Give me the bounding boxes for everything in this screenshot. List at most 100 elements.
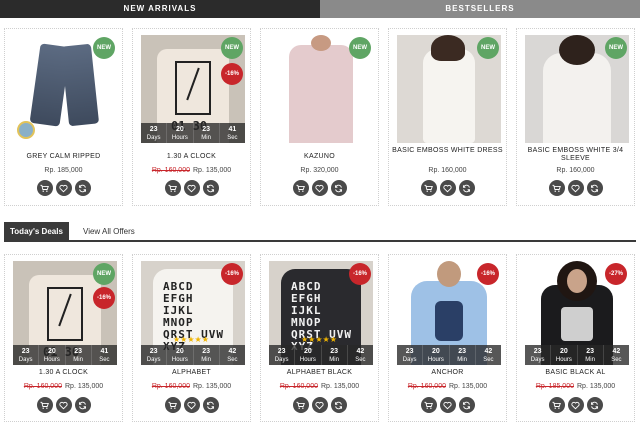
add-to-wishlist-button[interactable] — [439, 180, 456, 196]
add-to-cart-button[interactable] — [36, 180, 53, 196]
cart-icon — [424, 184, 433, 192]
discount-badge: -16% — [221, 263, 243, 285]
add-to-wishlist-button[interactable] — [439, 397, 456, 413]
countdown-label: Min — [329, 357, 339, 363]
countdown-label: Sec — [227, 135, 238, 141]
product-name[interactable]: BASIC BLACK AL — [519, 369, 632, 377]
product-card[interactable]: ABCD EFGH IJKL MNOP QRST UVW XYZ -16% ★★… — [132, 254, 251, 422]
product-card[interactable]: NEW BASIC EMBOSS WHITE 3/4 SLEEVE Rp. 16… — [516, 28, 635, 206]
add-to-cart-button[interactable] — [548, 180, 565, 196]
add-to-wishlist-button[interactable] — [567, 180, 584, 196]
discount-badge: -27% — [605, 263, 627, 285]
product-card[interactable]: NEW KAZUNO Rp. 320,000 — [260, 28, 379, 206]
add-to-cart-button[interactable] — [164, 180, 181, 196]
compare-icon — [206, 184, 215, 192]
product-price: Rp. 160,000 — [519, 167, 632, 174]
current-price: Rp. 135,000 — [193, 167, 232, 174]
countdown-label: Days — [274, 357, 289, 363]
compare-button[interactable] — [202, 397, 219, 413]
product-name[interactable]: BASIC EMBOSS WHITE DRESS — [391, 147, 504, 155]
view-all-offers-link[interactable]: View All Offers — [83, 222, 135, 242]
add-to-wishlist-button[interactable] — [55, 397, 72, 413]
add-to-cart-button[interactable] — [292, 397, 309, 413]
compare-button[interactable] — [458, 397, 475, 413]
add-to-cart-button[interactable] — [548, 397, 565, 413]
compare-button[interactable] — [74, 180, 91, 196]
product-image[interactable]: ABCD EFGH IJKL MNOP QRST UVW XYZ -16% ★★… — [269, 261, 373, 365]
compare-button[interactable] — [330, 180, 347, 196]
add-to-wishlist-button[interactable] — [183, 397, 200, 413]
product-name[interactable]: 1.30 A CLOCK — [135, 153, 248, 161]
current-price: Rp. 320,000 — [300, 167, 339, 174]
add-to-wishlist-button[interactable] — [311, 180, 328, 196]
compare-button[interactable] — [202, 180, 219, 196]
countdown-label: Hours — [427, 357, 444, 363]
add-to-cart-button[interactable] — [420, 180, 437, 196]
product-actions — [517, 397, 634, 413]
product-name[interactable]: BASIC EMBOSS WHITE 3/4 SLEEVE — [519, 147, 632, 163]
countdown-label: Sec — [355, 357, 366, 363]
tab-bestsellers[interactable]: BESTSELLERS — [320, 0, 640, 18]
current-price: Rp. 135,000 — [577, 383, 616, 390]
product-name[interactable]: ANCHOR — [391, 369, 504, 377]
product-image[interactable]: 01 30 NEW -16% 23Days 20Hours 23Min 41Se… — [141, 35, 245, 143]
product-price: Rp. 160,000 Rp. 135,000 — [7, 383, 120, 390]
compare-button[interactable] — [74, 397, 91, 413]
add-to-cart-button[interactable] — [36, 397, 53, 413]
product-image[interactable]: NEW — [397, 35, 501, 143]
product-card[interactable]: NEW BASIC EMBOSS WHITE DRESS Rp. 160,000 — [388, 28, 507, 206]
product-image[interactable]: NEW — [13, 35, 117, 143]
countdown-label: Sec — [99, 357, 110, 363]
todays-deals-heading: Today's Deals — [4, 222, 69, 242]
countdown-label: Days — [146, 357, 161, 363]
product-image[interactable]: NEW — [269, 35, 373, 143]
countdown-label: Sec — [483, 357, 494, 363]
product-card[interactable]: 01 30 NEW -16% 23Days 20Hours 23Min 41Se… — [132, 28, 251, 206]
heart-icon — [187, 401, 196, 409]
add-to-wishlist-button[interactable] — [567, 397, 584, 413]
product-name[interactable]: 1.30 A CLOCK — [7, 369, 120, 377]
compare-icon — [78, 401, 87, 409]
countdown-seconds: 42 — [356, 348, 365, 355]
product-card[interactable]: ABCD EFGH IJKL MNOP QRST UVW XYZ -16% ★★… — [260, 254, 379, 422]
product-name[interactable]: ALPHABET BLACK — [263, 369, 376, 377]
product-image[interactable]: -27% 23 Days 20 Hours 23 Min 42 Sec — [525, 261, 629, 365]
product-image[interactable]: NEW — [525, 35, 629, 143]
product-name[interactable]: GREY CALM RIPPED — [7, 153, 120, 161]
current-price: Rp. 135,000 — [321, 383, 360, 390]
add-to-cart-button[interactable] — [420, 397, 437, 413]
product-name[interactable]: ALPHABET — [135, 369, 248, 377]
compare-button[interactable] — [586, 397, 603, 413]
product-price: Rp. 160,000 Rp. 135,000 — [391, 383, 504, 390]
compare-button[interactable] — [458, 180, 475, 196]
add-to-wishlist-button[interactable] — [311, 397, 328, 413]
product-card[interactable]: -16% 23 Days 20 Hours 23 Min 42 Sec ANCHOR R… — [388, 254, 507, 422]
product-image[interactable]: -16% 23 Days 20 Hours 23 Min 42 Sec — [397, 261, 501, 365]
add-to-wishlist-button[interactable] — [55, 180, 72, 196]
product-image[interactable]: ABCD EFGH IJKL MNOP QRST UVW XYZ -16% ★★… — [141, 261, 245, 365]
compare-button[interactable] — [586, 180, 603, 196]
product-name[interactable]: KAZUNO — [263, 153, 376, 161]
product-price: Rp. 160,000 Rp. 135,000 — [263, 383, 376, 390]
product-image[interactable]: 01 30 NEW -16% 23Days 20Hours 23Min 41Se… — [13, 261, 117, 365]
heart-icon — [315, 401, 324, 409]
product-card[interactable]: NEW GREY CALM RIPPED Rp. 185,000 — [4, 28, 123, 206]
new-badge: NEW — [93, 37, 115, 59]
product-price: Rp. 160,000 Rp. 135,000 — [135, 167, 248, 174]
add-to-cart-button[interactable] — [292, 180, 309, 196]
tab-new-arrivals[interactable]: NEW ARRIVALS — [0, 0, 320, 18]
new-arrivals-grid: NEW GREY CALM RIPPED Rp. 185,000 01 30 N… — [4, 28, 636, 206]
old-price: Rp. 160,000 — [151, 383, 190, 390]
product-actions — [517, 180, 634, 196]
compare-button[interactable] — [330, 397, 347, 413]
product-card[interactable]: 01 30 NEW -16% 23Days 20Hours 23Min 41Se… — [4, 254, 123, 422]
countdown-label: Min — [457, 357, 467, 363]
product-card[interactable]: -27% 23 Days 20 Hours 23 Min 42 Sec BASIC BL… — [516, 254, 635, 422]
add-to-cart-button[interactable] — [164, 397, 181, 413]
add-to-wishlist-button[interactable] — [183, 180, 200, 196]
countdown-minutes: 23 — [74, 348, 83, 355]
compare-icon — [334, 184, 343, 192]
countdown-days: 23 — [149, 348, 158, 355]
new-badge: NEW — [605, 37, 627, 59]
product-actions — [133, 180, 250, 196]
